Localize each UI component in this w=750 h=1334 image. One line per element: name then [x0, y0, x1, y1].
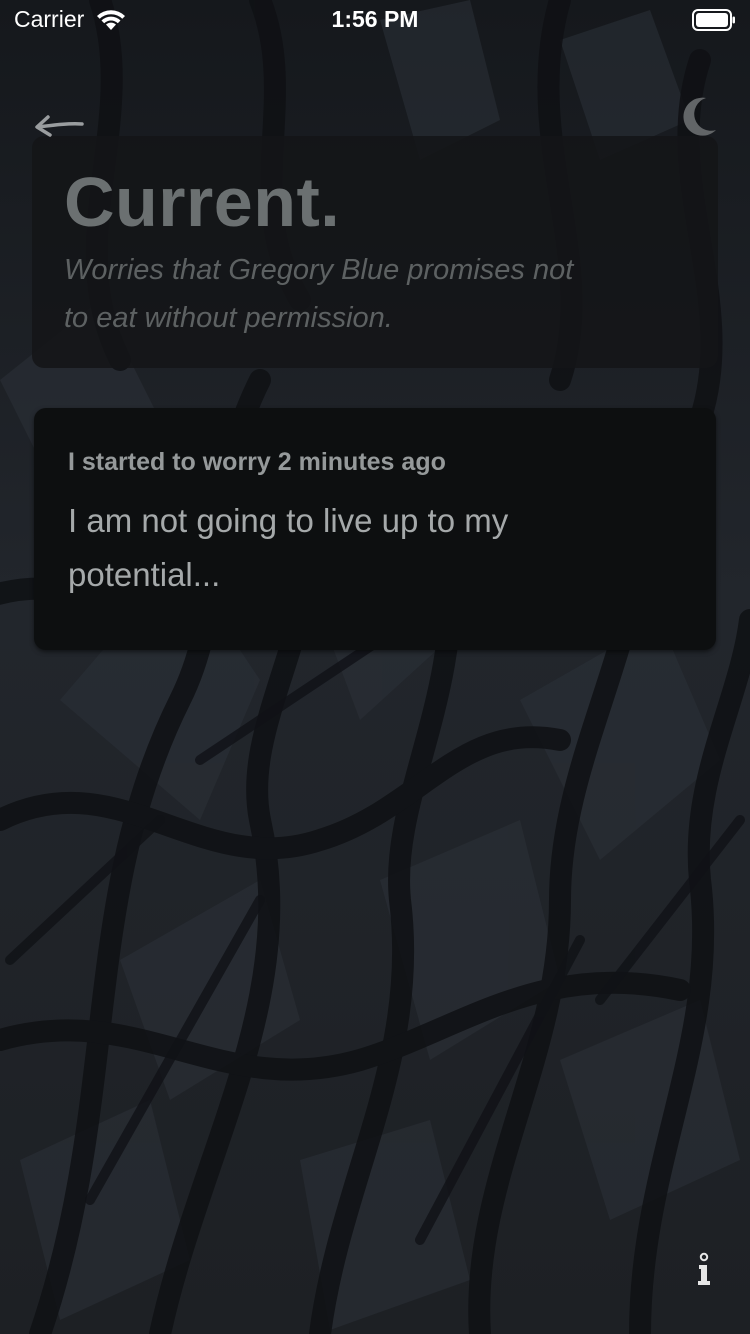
back-arrow-icon[interactable]	[30, 108, 88, 142]
status-bar: Carrier 1:56 PM	[0, 0, 750, 40]
moon-icon[interactable]	[680, 96, 720, 138]
status-time: 1:56 PM	[331, 6, 419, 32]
worry-text: I am not going to live up to my potentia…	[68, 502, 509, 593]
page-title: Current.	[64, 163, 341, 241]
worry-started-label: I started to worry 2 minutes ago	[68, 448, 446, 476]
header-card: Current. Worries that Gregory Blue promi…	[32, 136, 718, 368]
worry-card[interactable]: I started to worry 2 minutes ago I am no…	[34, 408, 716, 650]
info-icon[interactable]	[690, 1252, 718, 1288]
battery-icon	[692, 9, 735, 31]
page-subtitle: Worries that Gregory Blue promises not t…	[64, 254, 574, 334]
